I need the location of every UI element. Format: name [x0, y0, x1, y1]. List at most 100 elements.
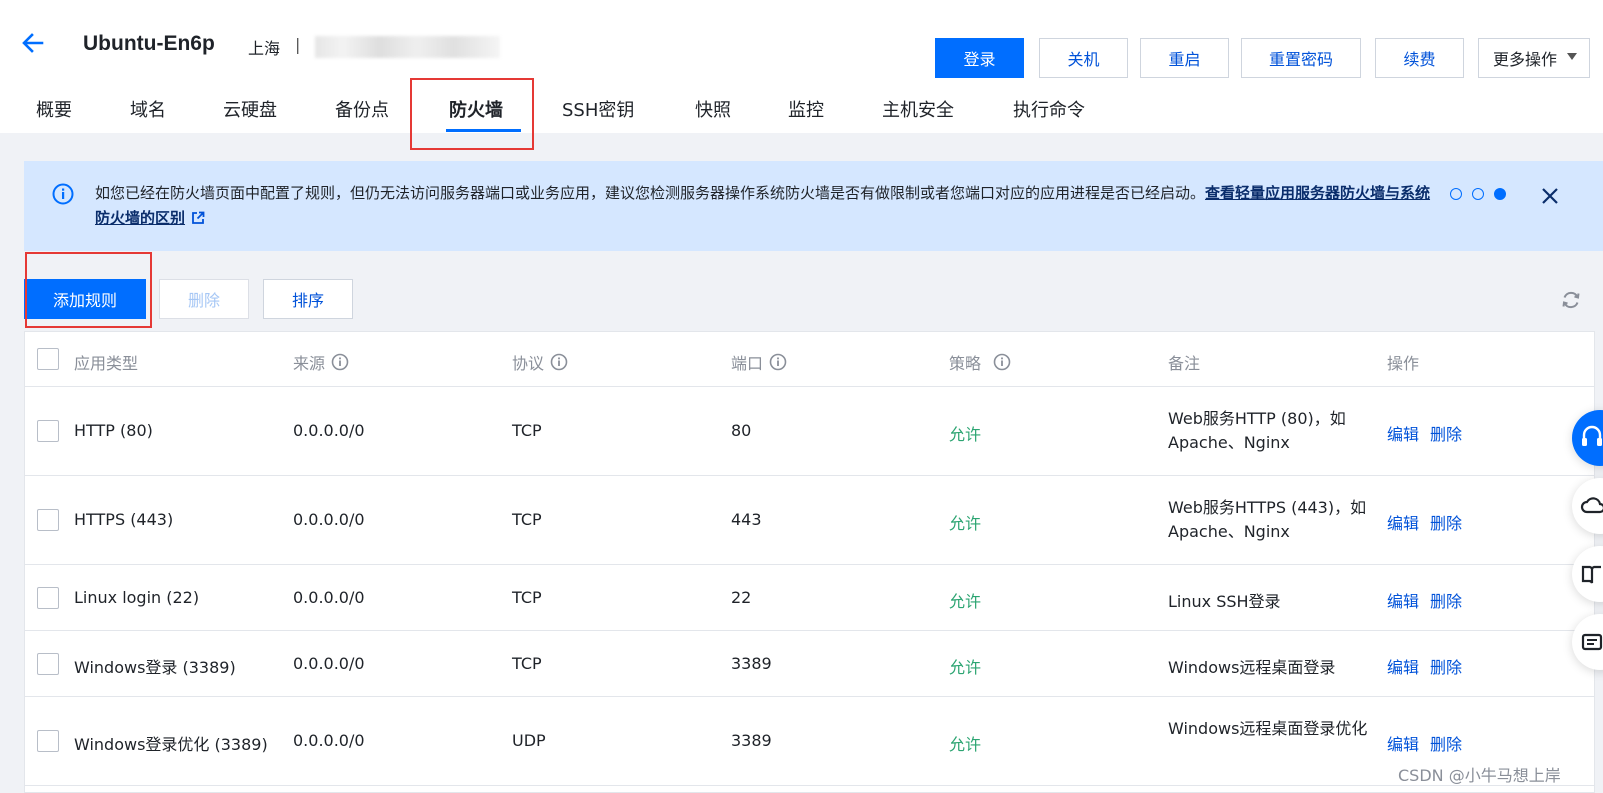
restart-button[interactable]: 重启 — [1140, 38, 1229, 78]
row-checkbox[interactable] — [37, 420, 59, 442]
close-icon[interactable] — [1540, 186, 1560, 206]
book-icon — [1581, 565, 1601, 584]
pager-dot-1[interactable] — [1450, 188, 1462, 200]
add-rule-button[interactable]: 添加规则 — [24, 279, 146, 319]
header-app-type-label: 应用类型 — [74, 354, 139, 373]
header-policy-label: 策略 — [949, 354, 982, 373]
cell-source: 0.0.0.0/0 — [293, 510, 365, 529]
pager-dot-3[interactable] — [1494, 188, 1506, 200]
tab-host-security[interactable]: 主机安全 — [882, 96, 954, 122]
header-source-label: 来源 — [293, 354, 326, 373]
cell-policy: 允许 — [949, 514, 982, 533]
notice-message: 如您已经在防火墙页面中配置了规则，但仍无法访问服务器端口或业务应用，建议您检测服… — [95, 184, 1206, 202]
cloud-icon — [1580, 497, 1603, 514]
external-link-icon[interactable] — [191, 211, 205, 225]
notice-text-block: 如您已经在防火墙页面中配置了规则，但仍无法访问服务器端口或业务应用，建议您检测服… — [95, 181, 1440, 231]
headset-icon — [1582, 425, 1602, 446]
more-actions-dropdown[interactable]: 更多操作 — [1478, 38, 1590, 78]
cell-policy: 允许 — [949, 658, 982, 677]
more-actions-label: 更多操作 — [1493, 50, 1558, 69]
notice-banner: 如您已经在防火墙页面中配置了规则，但仍无法访问服务器端口或业务应用，建议您检测服… — [24, 161, 1603, 251]
shutdown-button[interactable]: 关机 — [1039, 38, 1128, 78]
cell-source: 0.0.0.0/0 — [293, 588, 365, 607]
header-protocol-label: 协议 — [512, 354, 545, 373]
cell-app-type: HTTP (80) — [74, 421, 153, 440]
cell-note: Windows远程桌面登录 — [1168, 658, 1336, 677]
tab-run-command[interactable]: 执行命令 — [1013, 96, 1085, 122]
refresh-icon[interactable] — [1560, 289, 1582, 311]
delete-link[interactable]: 删除 — [1430, 588, 1462, 612]
header-source: 来源 — [293, 350, 349, 374]
tab-cloud-disk[interactable]: 云硬盘 — [223, 96, 277, 122]
delete-button[interactable]: 删除 — [159, 279, 249, 319]
row-checkbox[interactable] — [37, 730, 59, 752]
blurred-ip-address — [315, 36, 500, 58]
cell-policy: 允许 — [949, 592, 982, 611]
tab-domain[interactable]: 域名 — [130, 96, 166, 122]
table-row: Windows登录优化 (3389) 0.0.0.0/0 UDP 3389 允许… — [25, 697, 1594, 786]
header-port-label: 端口 — [731, 354, 764, 373]
cell-protocol: TCP — [512, 421, 542, 440]
header-app-type: 应用类型 — [74, 350, 138, 374]
cell-port: 3389 — [731, 654, 772, 673]
tab-ssh-keys[interactable]: SSH密钥 — [562, 96, 634, 122]
cell-policy: 允许 — [949, 735, 982, 754]
cell-note: Web服务HTTP (80)，如Apache、Nginx — [1168, 409, 1346, 452]
instance-title: Ubuntu-En6p — [83, 32, 215, 55]
delete-link[interactable]: 删除 — [1430, 421, 1462, 445]
cell-source: 0.0.0.0/0 — [293, 731, 365, 750]
notice-pager — [1450, 188, 1506, 200]
cell-policy: 允许 — [949, 425, 982, 444]
edit-link[interactable]: 编辑 — [1387, 654, 1419, 678]
select-all-checkbox[interactable] — [37, 348, 59, 370]
tab-monitor[interactable]: 监控 — [788, 96, 824, 122]
help-icon[interactable] — [769, 353, 787, 371]
row-checkbox[interactable] — [37, 587, 59, 609]
edit-link[interactable]: 编辑 — [1387, 510, 1419, 534]
instance-region: 上海 — [248, 39, 281, 58]
cell-port: 80 — [731, 421, 752, 440]
edit-link[interactable]: 编辑 — [1387, 588, 1419, 612]
delete-link[interactable]: 删除 — [1430, 510, 1462, 534]
header-actions-label: 操作 — [1387, 354, 1420, 373]
header-protocol: 协议 — [512, 350, 568, 374]
pager-dot-2[interactable] — [1472, 188, 1484, 200]
row-checkbox[interactable] — [37, 653, 59, 675]
cell-note: Web服务HTTPS (443)，如 Apache、Nginx — [1168, 498, 1367, 541]
row-checkbox[interactable] — [37, 509, 59, 531]
header-port: 端口 — [731, 350, 787, 374]
header-policy: 策略 — [949, 350, 1011, 374]
header-note: 备注 — [1168, 350, 1200, 374]
cell-source: 0.0.0.0/0 — [293, 654, 365, 673]
tab-firewall[interactable]: 防火墙 — [449, 96, 503, 122]
active-tab-indicator — [446, 129, 521, 132]
page-header: Ubuntu-En6p 上海 | 登录 关机 重启 重置密码 续费 更多操作 概… — [0, 0, 1603, 133]
back-arrow-icon[interactable] — [20, 30, 46, 56]
table-row: Windows登录 (3389) 0.0.0.0/0 TCP 3389 允许 W… — [25, 631, 1594, 697]
help-icon[interactable] — [550, 353, 568, 371]
cell-port: 3389 — [731, 731, 772, 750]
help-icon[interactable] — [993, 353, 1011, 371]
caret-down-icon — [1567, 53, 1577, 60]
cell-note: Linux SSH登录 — [1168, 592, 1281, 611]
cell-port: 22 — [731, 588, 752, 607]
header-note-label: 备注 — [1168, 354, 1201, 373]
edit-link[interactable]: 编辑 — [1387, 421, 1419, 445]
tab-backup[interactable]: 备份点 — [335, 96, 389, 122]
tab-bar: 概要 域名 云硬盘 备份点 防火墙 SSH密钥 快照 监控 主机安全 执行命令 — [0, 96, 1603, 133]
renew-button[interactable]: 续费 — [1375, 38, 1464, 78]
edit-link[interactable]: 编辑 — [1387, 731, 1419, 755]
delete-link[interactable]: 删除 — [1430, 731, 1462, 755]
cell-source: 0.0.0.0/0 — [293, 421, 365, 440]
sort-button[interactable]: 排序 — [263, 279, 353, 319]
delete-link[interactable]: 删除 — [1430, 654, 1462, 678]
help-icon[interactable] — [331, 353, 349, 371]
cell-port: 443 — [731, 510, 762, 529]
table-row: Linux login (22) 0.0.0.0/0 TCP 22 允许 Lin… — [25, 565, 1594, 631]
reset-password-button[interactable]: 重置密码 — [1241, 38, 1361, 78]
header-separator: | — [295, 35, 301, 54]
cell-protocol: TCP — [512, 654, 542, 673]
tab-overview[interactable]: 概要 — [36, 96, 72, 122]
tab-snapshot[interactable]: 快照 — [695, 96, 731, 122]
login-button[interactable]: 登录 — [935, 38, 1024, 78]
